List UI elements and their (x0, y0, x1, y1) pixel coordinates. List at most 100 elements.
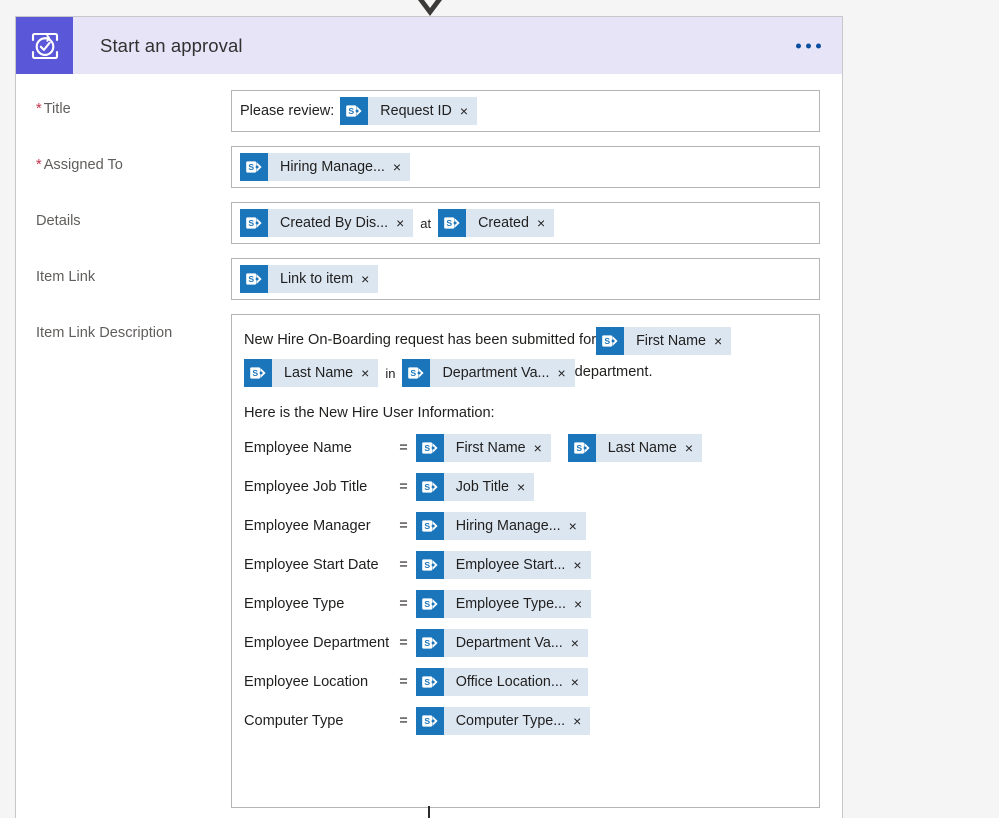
token-label: Hiring Manage... (280, 159, 385, 175)
sharepoint-icon: S (240, 153, 268, 181)
token-last-name[interactable]: S Last Name × (567, 433, 703, 462)
token-department-value-intro[interactable]: S Department Va... × (402, 359, 575, 387)
token-remove-icon[interactable]: × (569, 636, 588, 650)
approval-action-card[interactable]: Start an approval * Title Please review: (15, 16, 843, 818)
svg-text:S: S (424, 599, 430, 609)
item-link-description-input[interactable]: New Hire On-Boarding request has been su… (231, 314, 820, 808)
token-remove-icon[interactable]: × (571, 558, 590, 572)
token-label: Department Va... (442, 365, 550, 381)
token-remove-icon[interactable]: × (535, 216, 554, 230)
sharepoint-icon: S (402, 359, 431, 387)
svg-text:S: S (424, 521, 430, 531)
table-row: Employee Department = S Department Va...… (244, 623, 807, 662)
sharepoint-icon: S (340, 97, 369, 125)
token-hiring-manager-row[interactable]: S Hiring Manage... × (415, 511, 586, 540)
required-asterisk-assigned-to: * (36, 157, 42, 173)
description-intro-line-2: S Last Name × in S Department Va... × de… (244, 357, 807, 389)
token-label: Link to item (280, 271, 354, 287)
field-label-title-text: Title (43, 101, 71, 117)
token-created[interactable]: S Created × (438, 209, 555, 237)
token-remove-icon[interactable]: × (391, 160, 410, 174)
token-employee-type[interactable]: S Employee Type... × (415, 589, 592, 618)
title-input[interactable]: Please review: S Request ID × (231, 90, 820, 132)
svg-text:S: S (424, 716, 430, 726)
row-equals: = (399, 712, 408, 729)
row-key: Employee Department (244, 634, 390, 651)
row-key: Employee Start Date (244, 556, 379, 573)
row-key: Computer Type (244, 712, 344, 729)
svg-text:S: S (604, 336, 610, 346)
row-equals: = (399, 556, 408, 573)
token-label: Job Title (455, 478, 509, 495)
token-job-title[interactable]: S Job Title × (415, 472, 535, 501)
flow-designer-canvas: Start an approval * Title Please review: (0, 0, 999, 818)
sharepoint-icon: S (415, 433, 444, 462)
token-remove-icon[interactable]: × (359, 272, 378, 286)
field-row-assigned-to: * Assigned To S Hiring Manage... × (16, 146, 842, 188)
row-equals: = (399, 439, 408, 456)
token-remove-icon[interactable]: × (458, 104, 477, 118)
token-remove-icon[interactable]: × (567, 519, 586, 533)
sharepoint-icon: S (415, 589, 444, 618)
token-first-name-intro[interactable]: S First Name × (596, 327, 732, 355)
token-remove-icon[interactable]: × (532, 441, 551, 455)
token-employee-start-date[interactable]: S Employee Start... × (415, 550, 591, 579)
row-key: Employee Manager (244, 517, 371, 534)
row-equals: = (399, 595, 408, 612)
field-label-item-link: Item Link (36, 269, 96, 285)
sharepoint-icon: S (240, 209, 268, 237)
assigned-to-input[interactable]: S Hiring Manage... × (231, 146, 820, 188)
token-label: Hiring Manage... (455, 517, 561, 534)
svg-text:S: S (424, 482, 430, 492)
token-link-to-item[interactable]: S Link to item × (240, 265, 379, 293)
sharepoint-icon: S (596, 327, 625, 355)
token-first-name[interactable]: S First Name × (415, 433, 551, 462)
svg-text:S: S (248, 162, 254, 172)
token-remove-icon[interactable]: × (359, 366, 378, 380)
token-created-by-display-name[interactable]: S Created By Dis... × (240, 209, 414, 237)
row-equals: = (399, 517, 408, 534)
table-row: Employee Job Title = S Job Title × (244, 467, 807, 506)
token-remove-icon[interactable]: × (555, 366, 574, 380)
token-remove-icon[interactable]: × (569, 675, 588, 689)
title-prefix-text: Please review: (240, 103, 335, 119)
row-key: Employee Location (244, 673, 369, 690)
description-intro-after: department. (574, 364, 653, 381)
token-label: First Name (455, 439, 526, 456)
sharepoint-icon: S (415, 667, 444, 696)
token-remove-icon[interactable]: × (571, 714, 590, 728)
row-equals: = (399, 673, 408, 690)
token-remove-icon[interactable]: × (515, 480, 534, 494)
details-input[interactable]: S Created By Dis... × at S Created × (231, 202, 820, 244)
token-hiring-manager[interactable]: S Hiring Manage... × (240, 153, 411, 181)
table-row: Employee Manager = S Hiring Manage... × (244, 506, 807, 545)
item-link-input[interactable]: S Link to item × (231, 258, 820, 300)
ellipsis-icon[interactable] (792, 37, 825, 54)
incoming-connector (0, 0, 859, 16)
sharepoint-icon: S (415, 511, 444, 540)
token-label: Employee Type... (455, 595, 566, 612)
sharepoint-icon: S (415, 550, 444, 579)
new-hire-info-table: Employee Name = S First Name × S Last Na… (244, 428, 807, 740)
row-key: Employee Job Title (244, 478, 368, 495)
card-header[interactable]: Start an approval (16, 17, 842, 74)
description-joiner-text: in (385, 365, 396, 381)
token-department-value[interactable]: S Department Va... × (415, 628, 588, 657)
token-label: Office Location... (455, 673, 563, 690)
token-remove-icon[interactable]: × (712, 334, 731, 348)
token-remove-icon[interactable]: × (394, 216, 413, 230)
token-last-name-intro[interactable]: S Last Name × (244, 359, 379, 387)
row-value: S Hiring Manage... × (415, 506, 807, 545)
token-label: Computer Type... (455, 712, 566, 729)
row-equals: = (399, 634, 408, 651)
table-row: Employee Location = S Office Location...… (244, 662, 807, 701)
token-request-id[interactable]: S Request ID × (340, 97, 478, 125)
token-label: Last Name (284, 365, 354, 381)
token-computer-type[interactable]: S Computer Type... × (415, 706, 591, 735)
token-remove-icon[interactable]: × (572, 597, 591, 611)
token-label: Created (478, 215, 529, 231)
description-intro-line: New Hire On-Boarding request has been su… (244, 325, 807, 357)
token-office-location[interactable]: S Office Location... × (415, 667, 588, 696)
token-label: Employee Start... (455, 556, 566, 573)
token-remove-icon[interactable]: × (683, 441, 702, 455)
